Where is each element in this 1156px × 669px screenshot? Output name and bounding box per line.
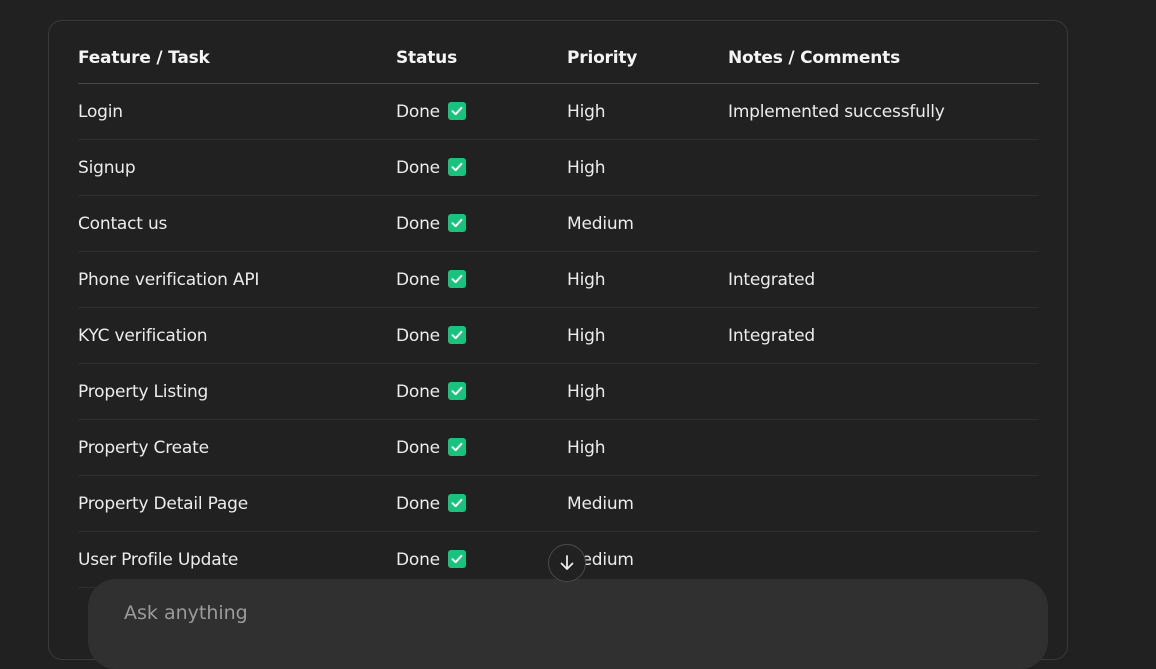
status-text: Done [396, 269, 440, 290]
composer [88, 579, 1048, 669]
table-row: Contact us Done Medium [78, 195, 1039, 252]
cell-priority: High [567, 139, 728, 196]
arrow-down-icon [560, 555, 574, 570]
cell-status: Done [396, 363, 567, 420]
cell-notes [728, 363, 1039, 420]
status-text: Done [396, 213, 440, 234]
table-row: Login Done High Implemented successfully [78, 83, 1039, 140]
cell-priority: High [567, 363, 728, 420]
check-mark-icon [447, 101, 466, 120]
check-mark-icon [447, 325, 466, 344]
status-text: Done [396, 157, 440, 178]
prompt-input[interactable] [122, 601, 926, 625]
cell-feature: Contact us [78, 195, 396, 252]
cell-feature: Signup [78, 139, 396, 196]
cell-status: Done [396, 307, 567, 364]
cell-status: Done [396, 251, 567, 308]
table-body: Login Done High Implemented successfully Sig… [78, 83, 1039, 588]
status-text: Done [396, 493, 440, 514]
table-row: Property Detail Page Done Medium [78, 475, 1039, 532]
cell-notes [728, 195, 1039, 252]
cell-status: Done [396, 419, 567, 476]
cell-priority: Medium [567, 195, 728, 252]
cell-status: Done [396, 195, 567, 252]
status-text: Done [396, 101, 440, 122]
cell-notes [728, 419, 1039, 476]
cell-priority: High [567, 251, 728, 308]
check-mark-icon [447, 213, 466, 232]
status-text: Done [396, 381, 440, 402]
scroll-to-bottom-button[interactable] [548, 544, 586, 582]
cell-feature: KYC verification [78, 307, 396, 364]
cell-priority: High [567, 307, 728, 364]
cell-notes: Integrated [728, 251, 1039, 308]
header-feature: Feature / Task [78, 33, 396, 84]
table-row: Signup Done High [78, 139, 1039, 196]
cell-notes: Integrated [728, 307, 1039, 364]
cell-status: Done [396, 139, 567, 196]
cell-status: Done [396, 83, 567, 140]
check-mark-icon [447, 437, 466, 456]
table-row: Phone verification API Done High Integrated [78, 251, 1039, 308]
cell-priority: High [567, 419, 728, 476]
table-header-row: Feature / Task Status Priority Notes / C… [78, 33, 1039, 84]
cell-status: Done [396, 475, 567, 532]
header-priority: Priority [567, 33, 728, 84]
header-notes: Notes / Comments [728, 33, 1039, 84]
status-text: Done [396, 325, 440, 346]
header-status: Status [396, 33, 567, 84]
cell-feature: Property Listing [78, 363, 396, 420]
table-row: KYC verification Done High Integrated [78, 307, 1039, 364]
cell-notes [728, 475, 1039, 532]
cell-feature: Login [78, 83, 396, 140]
feature-status-table: Feature / Task Status Priority Notes / C… [78, 33, 1039, 588]
cell-priority: High [567, 83, 728, 140]
cell-notes [728, 139, 1039, 196]
check-mark-icon [447, 157, 466, 176]
table-row: Property Create Done High [78, 419, 1039, 476]
cell-feature: Property Create [78, 419, 396, 476]
cell-notes: Implemented successfully [728, 83, 1039, 140]
table-row: Property Listing Done High [78, 363, 1039, 420]
cell-priority: Medium [567, 475, 728, 532]
check-mark-icon [447, 549, 466, 568]
check-mark-icon [447, 269, 466, 288]
check-mark-icon [447, 381, 466, 400]
cell-feature: Phone verification API [78, 251, 396, 308]
status-text: Done [396, 549, 440, 570]
status-text: Done [396, 437, 440, 458]
cell-feature: Property Detail Page [78, 475, 396, 532]
check-mark-icon [447, 493, 466, 512]
